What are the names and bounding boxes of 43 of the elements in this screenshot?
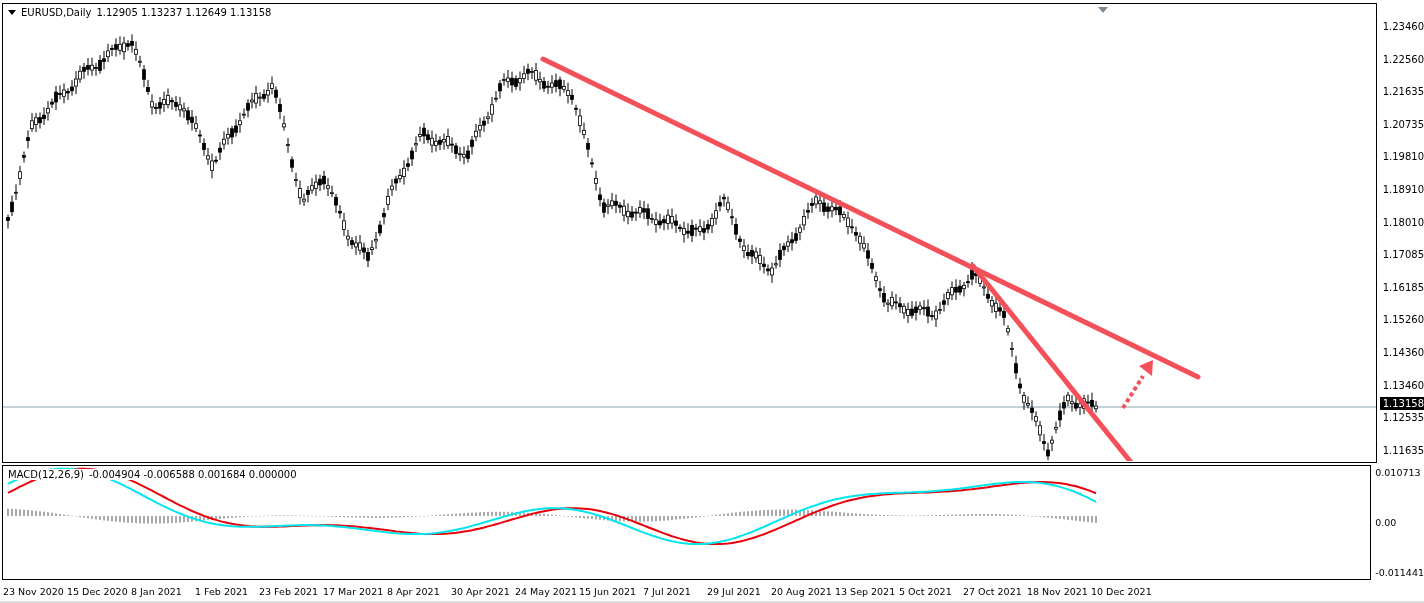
- indicator-scale-label: 0.00: [1375, 517, 1398, 528]
- date-label: 5 Oct 2021: [899, 586, 953, 597]
- symbol-label: EURUSD,Daily: [21, 7, 92, 18]
- date-label: 27 Oct 2021: [963, 586, 1023, 597]
- date-label: 1 Feb 2021: [195, 586, 250, 597]
- date-label: 24 May 2021: [515, 586, 578, 597]
- date-label: 15 Jun 2021: [579, 586, 638, 597]
- dropdown-triangle-icon[interactable]: [8, 10, 16, 15]
- date-label: 30 Apr 2021: [451, 586, 511, 597]
- date-label: 29 Jul 2021: [707, 586, 762, 597]
- price-label: 1.11635: [1382, 444, 1424, 457]
- price-label: 1.13460: [1382, 379, 1424, 392]
- indicator-values: -0.004904 -0.006588 0.001684 0.000000: [88, 469, 297, 480]
- price-label: 1.16185: [1382, 281, 1424, 294]
- price-label: 1.18910: [1382, 183, 1424, 196]
- price-label: 1.21635: [1382, 86, 1424, 99]
- price-label: 1.14360: [1382, 346, 1424, 359]
- current-price-badge: 1.13158: [1379, 397, 1424, 410]
- price-label: 1.12535: [1382, 412, 1424, 425]
- date-label: 23 Nov 2020: [3, 586, 65, 597]
- price-label: 1.18010: [1382, 216, 1424, 229]
- price-label: 1.23460: [1382, 21, 1424, 33]
- date-label: 7 Jul 2021: [643, 586, 692, 597]
- indicator-title: MACD(12,26,9): [8, 469, 84, 480]
- date-label: 15 Dec 2020: [67, 586, 129, 597]
- price-label: 1.17085: [1382, 249, 1424, 262]
- date-label: 8 Jan 2021: [131, 586, 183, 597]
- ohlc-values: 1.12905 1.13237 1.12649 1.13158: [96, 7, 272, 18]
- shift-marker-icon: [1098, 7, 1108, 13]
- date-label: 23 Feb 2021: [259, 586, 320, 597]
- date-label: 17 Mar 2021: [323, 586, 385, 597]
- date-label: 20 Aug 2021: [771, 586, 833, 597]
- date-label: 8 Apr 2021: [387, 586, 441, 597]
- indicator-scale-label: 0.010713: [1375, 467, 1422, 478]
- price-label: 1.20735: [1382, 118, 1424, 131]
- date-label: 10 Dec 2021: [1091, 586, 1153, 597]
- price-label: 1.15260: [1382, 314, 1424, 327]
- date-label: 18 Nov 2021: [1027, 586, 1089, 597]
- price-label: 1.22560: [1382, 53, 1424, 66]
- date-label: 13 Sep 2021: [835, 586, 897, 597]
- dotted-arrow: [1121, 360, 1153, 410]
- indicator-scale-label: -0.011441: [1375, 567, 1424, 578]
- price-label: 1.19810: [1382, 151, 1424, 164]
